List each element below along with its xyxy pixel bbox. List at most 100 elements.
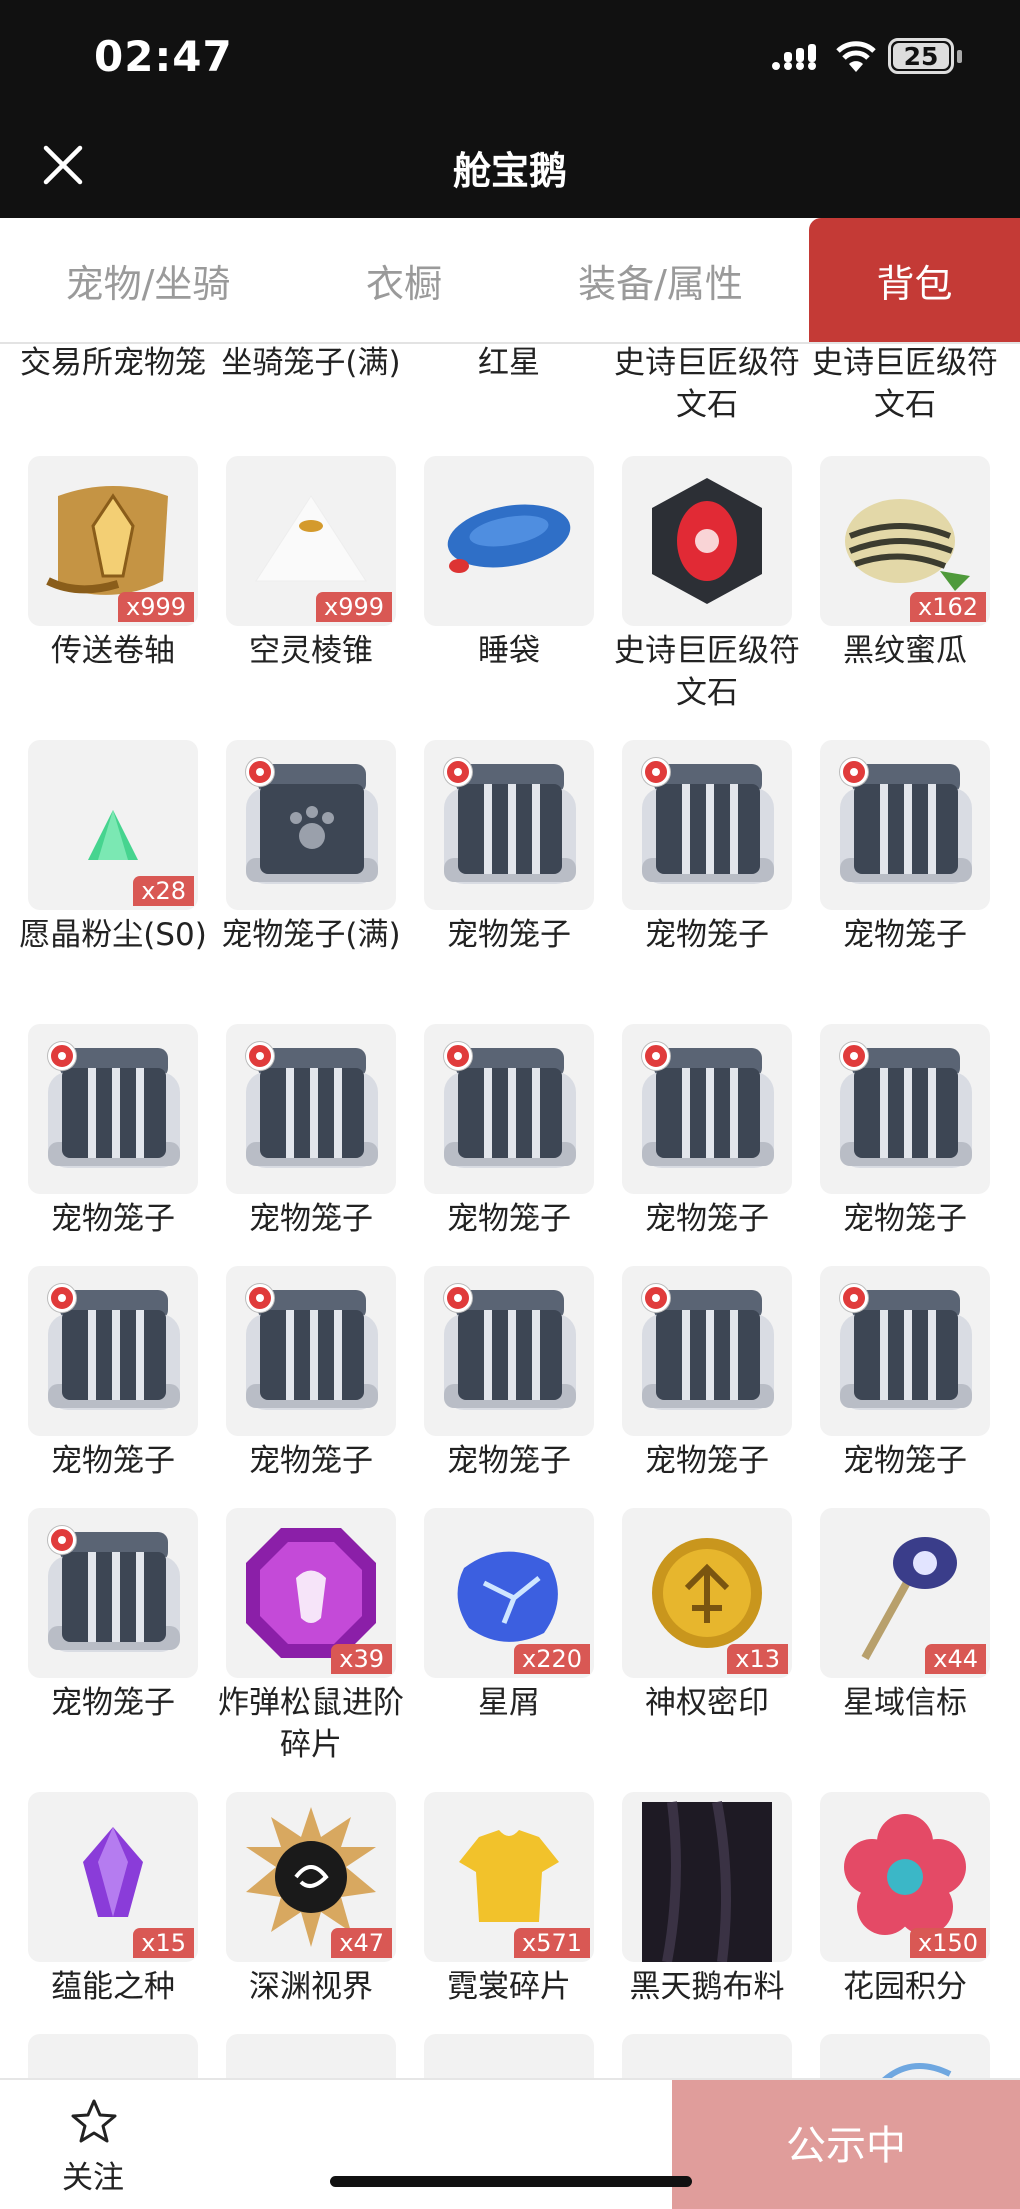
quantity-badge: x999: [315, 592, 392, 622]
battery-level: 25: [903, 41, 939, 71]
inventory-item[interactable]: 史诗巨匠级符文石: [812, 344, 998, 428]
item-name: 星域信标: [843, 1685, 967, 1721]
inventory-item[interactable]: 睡袋: [424, 456, 594, 716]
melon-icon: x162: [820, 456, 990, 626]
tab-backpack[interactable]: 背包: [809, 218, 1020, 342]
inventory-item[interactable]: 宠物笼子(满): [221, 740, 401, 1000]
pet-cage-icon: [226, 1266, 396, 1436]
inventory-item[interactable]: 黑天鹅布料: [622, 1792, 792, 2052]
quantity-badge: x28: [133, 876, 194, 906]
item-name: 宠物笼子: [447, 1201, 571, 1237]
inventory-item[interactable]: 宠物笼子: [226, 1266, 396, 1526]
inventory-item[interactable]: x162 黑纹蜜瓜: [820, 456, 990, 716]
inventory-item[interactable]: 交易所宠物笼: [20, 344, 206, 428]
item-name: 宠物笼子: [249, 1201, 373, 1237]
inventory-item[interactable]: 坐骑笼子(满): [221, 344, 400, 428]
inventory-item[interactable]: 宠物笼子: [424, 740, 594, 1000]
inventory-item[interactable]: x39 炸弹松鼠进阶碎片: [218, 1508, 404, 1768]
status-time: 02:47: [94, 32, 233, 81]
quantity-badge: x15: [133, 1928, 194, 1958]
pet-cage-icon: [28, 1508, 198, 1678]
inventory-item[interactable]: 宠物笼子: [28, 1024, 198, 1284]
quantity-badge: x571: [513, 1928, 590, 1958]
inventory-item[interactable]: 红星: [424, 344, 594, 428]
quantity-badge: x39: [331, 1644, 392, 1674]
inventory-item[interactable]: 宠物笼子: [820, 740, 990, 1000]
item-name: 黑天鹅布料: [629, 1969, 785, 2005]
inventory-item[interactable]: x571 霓裳碎片: [424, 1792, 594, 2052]
item-name: 宠物笼子: [51, 1443, 175, 1479]
pet-cage-icon: [424, 740, 594, 910]
shirt-shard-icon: x571: [424, 1792, 594, 1962]
inventory-grid: 交易所宠物笼 坐骑笼子(满) 红星 史诗巨匠级符文石 史诗巨匠级符文石 x999 传送卷轴…: [0, 344, 1020, 2078]
item-name: 宠物笼子: [249, 1443, 373, 1479]
wing-icon: [820, 2034, 990, 2078]
tab-equipment[interactable]: 装备/属性: [512, 218, 809, 342]
inventory-item[interactable]: x47 深渊视界: [226, 1792, 396, 2052]
follow-button[interactable]: 关注: [62, 2152, 124, 2197]
gold-coin-icon: [424, 2034, 594, 2078]
tab-wardrobe[interactable]: 衣橱: [296, 218, 512, 342]
inventory-item[interactable]: [226, 2034, 396, 2078]
item-name: 红星: [478, 345, 540, 381]
inventory-item[interactable]: 宠物笼子: [28, 1266, 198, 1526]
item-name: 宠物笼子: [51, 1685, 175, 1721]
tab-pets-mounts[interactable]: 宠物/坐骑: [0, 218, 296, 342]
inventory-item[interactable]: 宠物笼子: [820, 1266, 990, 1526]
item-name: 霓裳碎片: [447, 1969, 571, 2005]
inventory-item[interactable]: x44 星域信标: [820, 1508, 990, 1768]
pet-cage-icon: [622, 1024, 792, 1194]
pet-cage-full-icon: [226, 740, 396, 910]
inventory-item[interactable]: x28 愿晶粉尘(S0): [19, 740, 207, 1000]
inventory-item[interactable]: 宠物笼子: [226, 1024, 396, 1284]
gold-coin-icon: [622, 2034, 792, 2078]
inventory-item[interactable]: x15 蕴能之种: [28, 1792, 198, 2052]
pet-cage-icon: [28, 1266, 198, 1436]
item-name: 神权密印: [645, 1685, 769, 1721]
black-cloth-icon: [622, 1792, 792, 1962]
beacon-icon: x44: [820, 1508, 990, 1678]
inventory-item[interactable]: 宠物笼子: [424, 1024, 594, 1284]
inventory-item[interactable]: x999 传送卷轴: [28, 456, 198, 716]
item-name: 交易所宠物笼: [20, 345, 206, 381]
header: 舱宝鹅: [0, 112, 1020, 218]
pet-cage-icon: [820, 1266, 990, 1436]
pet-cage-icon: [424, 1266, 594, 1436]
quantity-badge: x162: [909, 592, 986, 622]
item-name: 宠物笼子: [51, 1201, 175, 1237]
inventory-item[interactable]: 宠物笼子: [820, 1024, 990, 1284]
inventory-item[interactable]: 宠物笼子: [622, 1266, 792, 1526]
item-name: 史诗巨匠级符文石: [812, 345, 998, 423]
item-name: 空灵棱锥: [249, 633, 373, 669]
inventory-item[interactable]: x999 空灵棱锥: [226, 456, 396, 716]
item-name: 宠物笼子: [843, 1201, 967, 1237]
inventory-item[interactable]: 宠物笼子: [28, 1508, 198, 1768]
publish-status-button[interactable]: 公示中: [672, 2080, 1020, 2209]
inventory-item[interactable]: [424, 2034, 594, 2078]
item-name: 炸弹松鼠进阶碎片: [218, 1685, 404, 1763]
item-name: 宠物笼子: [447, 1443, 571, 1479]
home-indicator: [330, 2176, 692, 2187]
pet-cage-icon: [226, 1024, 396, 1194]
inventory-item[interactable]: x13 神权密印: [622, 1508, 792, 1768]
inventory-item[interactable]: [820, 2034, 990, 2078]
item-name: 愿晶粉尘(S0): [19, 917, 207, 953]
inventory-item[interactable]: [622, 2034, 792, 2078]
inventory-item[interactable]: 宠物笼子: [424, 1266, 594, 1526]
inventory-item[interactable]: x220 星屑: [424, 1508, 594, 1768]
quantity-badge: x13: [727, 1644, 788, 1674]
star-shard-icon: x220: [424, 1508, 594, 1678]
star-icon[interactable]: [70, 2098, 118, 2146]
inventory-item[interactable]: x150 花园积分: [820, 1792, 990, 2052]
inventory-item[interactable]: 宠物笼子: [622, 740, 792, 1000]
inventory-item[interactable]: 宠物笼子: [622, 1024, 792, 1284]
inventory-item[interactable]: 史诗巨匠级符文石: [614, 344, 800, 428]
quantity-badge: x999: [117, 592, 194, 622]
pet-cage-icon: [622, 1266, 792, 1436]
inventory-item[interactable]: [28, 2034, 198, 2078]
rune-stone-icon: [622, 456, 792, 626]
item-name: 史诗巨匠级符文石: [614, 345, 800, 423]
gold-seal-icon: x13: [622, 1508, 792, 1678]
inventory-item[interactable]: 史诗巨匠级符文石: [614, 456, 800, 716]
item-name: 史诗巨匠级符文石: [614, 633, 800, 711]
